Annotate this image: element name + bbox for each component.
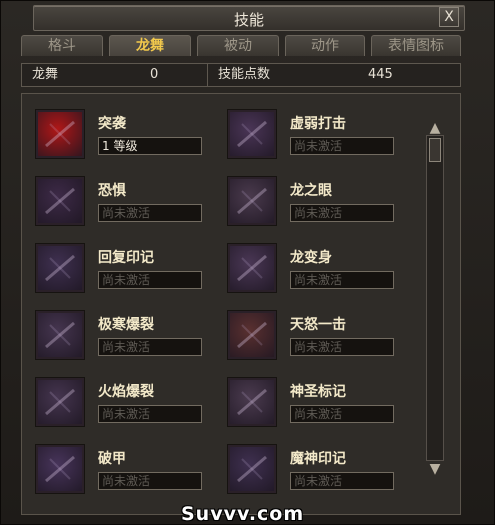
close-button[interactable]: X (439, 7, 459, 27)
skill-name: 魔神印记 (290, 451, 346, 467)
skill-name: 天怒一击 (290, 317, 346, 333)
scroll-up-button[interactable]: ▲ (421, 121, 449, 135)
recovery-mark-icon[interactable] (35, 243, 85, 293)
title-bar[interactable]: 技能 (33, 5, 465, 31)
weaken-strike-icon[interactable] (227, 109, 277, 159)
watermark-text: Suvvv.com (181, 503, 305, 525)
scrollbar-track[interactable] (426, 135, 444, 461)
skill-name: 恐惧 (98, 183, 126, 199)
skill-item[interactable]: 回复印记 尚未激活 (35, 243, 215, 299)
skill-name: 龙变身 (290, 250, 332, 266)
heaven-wrath-icon[interactable] (227, 310, 277, 360)
skill-status: 尚未激活 (98, 271, 202, 289)
tab-passive[interactable]: 被动 (197, 35, 279, 56)
skill-item[interactable]: 火焰爆裂 尚未激活 (35, 377, 215, 433)
divider (207, 64, 208, 86)
skill-status: 尚未激活 (290, 271, 394, 289)
skill-name: 极寒爆裂 (98, 317, 154, 333)
skill-status: 尚未激活 (290, 204, 394, 222)
skill-window: 技能 X 格斗 龙舞 被动 动作 表情图标 龙舞 0 技能点数 445 突袭 1 … (0, 0, 495, 525)
skill-item[interactable]: 天怒一击 尚未激活 (227, 310, 407, 366)
skill-item[interactable]: 神圣标记 尚未激活 (227, 377, 407, 433)
skill-item[interactable]: 恐惧 尚未激活 (35, 176, 215, 232)
category-points: 0 (150, 67, 159, 82)
skill-name: 龙之眼 (290, 183, 332, 199)
scrollbar-thumb[interactable] (429, 138, 441, 162)
skill-name: 回复印记 (98, 250, 154, 266)
skill-status: 尚未激活 (98, 405, 202, 423)
skill-status: 尚未激活 (98, 472, 202, 490)
skill-status: 尚未激活 (98, 204, 202, 222)
skill-name: 突袭 (98, 116, 126, 132)
tab-bar: 格斗 龙舞 被动 动作 表情图标 (21, 35, 461, 57)
info-bar: 龙舞 0 技能点数 445 (21, 63, 461, 87)
fear-icon[interactable] (35, 176, 85, 226)
skill-item[interactable]: 龙变身 尚未激活 (227, 243, 407, 299)
skill-item[interactable]: 龙之眼 尚未激活 (227, 176, 407, 232)
skill-item[interactable]: 突袭 1 等级 (35, 109, 215, 165)
demon-mark-icon[interactable] (227, 444, 277, 494)
armor-break-icon[interactable] (35, 444, 85, 494)
tab-dragon-dance[interactable]: 龙舞 (109, 35, 191, 56)
skill-points-value: 445 (368, 67, 393, 82)
skill-status: 尚未激活 (290, 338, 394, 356)
skill-item[interactable]: 破甲 尚未激活 (35, 444, 215, 500)
frost-burst-icon[interactable] (35, 310, 85, 360)
window-title: 技能 (233, 11, 264, 29)
holy-mark-icon[interactable] (227, 377, 277, 427)
skill-status: 尚未激活 (290, 405, 394, 423)
skill-list: 突袭 1 等级 虚弱打击 尚未激活 恐惧 尚未激活 龙之眼 尚未激活 回复印记 尚未激活 龙变身 尚未… (21, 93, 461, 515)
skill-name: 破甲 (98, 451, 126, 467)
skill-status: 尚未激活 (290, 137, 394, 155)
skill-status: 尚未激活 (98, 338, 202, 356)
category-name: 龙舞 (32, 67, 59, 82)
skill-status: 尚未激活 (290, 472, 394, 490)
dragon-transform-icon[interactable] (227, 243, 277, 293)
skill-item[interactable]: 极寒爆裂 尚未激活 (35, 310, 215, 366)
skill-item[interactable]: 虚弱打击 尚未激活 (227, 109, 407, 165)
dragon-eye-icon[interactable] (227, 176, 277, 226)
skill-item[interactable]: 魔神印记 尚未激活 (227, 444, 407, 500)
tab-emotes[interactable]: 表情图标 (371, 35, 461, 56)
skill-points-label: 技能点数 (218, 67, 271, 82)
skill-status: 1 等级 (98, 137, 202, 155)
skill-name: 神圣标记 (290, 384, 346, 400)
strike-icon[interactable] (35, 109, 85, 159)
skill-name: 火焰爆裂 (98, 384, 154, 400)
tab-combat[interactable]: 格斗 (21, 35, 103, 56)
fire-burst-icon[interactable] (35, 377, 85, 427)
scroll-down-button[interactable]: ▼ (421, 462, 449, 476)
tab-actions[interactable]: 动作 (285, 35, 365, 56)
skill-name: 虚弱打击 (290, 116, 346, 132)
